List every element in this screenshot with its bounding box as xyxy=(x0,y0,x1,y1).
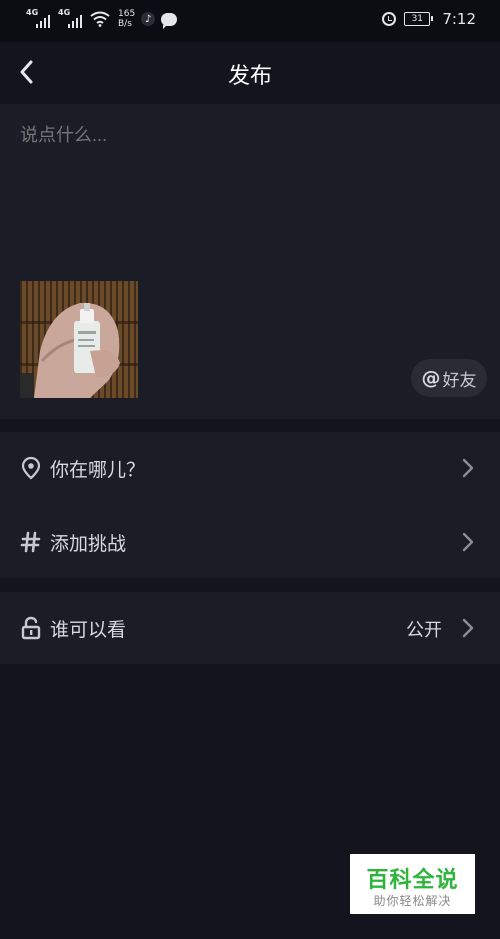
cell-signal-icon: 4G xyxy=(26,8,52,30)
video-thumbnail[interactable] xyxy=(20,281,138,398)
thumbnail-image xyxy=(20,281,138,398)
clock: 7:12 xyxy=(442,10,476,28)
location-label: 你在哪儿？ xyxy=(50,459,146,481)
caption-input[interactable] xyxy=(18,124,482,147)
privacy-label: 谁可以看 xyxy=(50,619,127,641)
mention-friends-button[interactable]: @ 好友 xyxy=(411,359,487,397)
status-bar: 4G 4G 165 B/s ♪ 31 7:12 xyxy=(0,0,500,42)
cell-signal-icon: 4G xyxy=(58,8,84,30)
chevron-right-icon xyxy=(462,532,474,552)
status-right: 31 7:12 xyxy=(382,10,476,28)
watermark-logo: 百科全说 助你轻松解决 xyxy=(350,854,475,914)
network-speed-unit: B/s xyxy=(118,19,132,29)
challenge-row[interactable]: 添加挑战 xyxy=(0,506,500,578)
options-group-2: 谁可以看 公开 xyxy=(0,592,500,664)
network-speed: 165 B/s xyxy=(118,9,135,29)
chevron-right-icon xyxy=(462,458,474,478)
page-title: 发布 xyxy=(227,64,272,89)
status-left: 4G 4G 165 B/s ♪ xyxy=(26,8,178,30)
watermark-title: 百科全说 xyxy=(366,868,459,893)
unlock-icon xyxy=(21,616,41,640)
hashtag-icon xyxy=(20,531,41,553)
compose-panel: @ 好友 xyxy=(0,104,500,419)
mention-friends-label: 好友 xyxy=(442,370,477,391)
tiktok-icon: ♪ xyxy=(141,12,156,26)
location-row[interactable]: 你在哪儿？ xyxy=(0,432,500,504)
nav-bar: 发布 xyxy=(0,42,500,104)
wifi-icon xyxy=(90,11,110,27)
watermark-subtitle: 助你轻松解决 xyxy=(373,894,452,908)
location-pin-icon xyxy=(21,456,41,480)
message-icon xyxy=(161,12,178,29)
chevron-right-icon xyxy=(462,618,474,638)
options-group-1: 你在哪儿？ 添加挑战 xyxy=(0,432,500,578)
network-speed-value: 165 xyxy=(118,9,136,19)
privacy-row[interactable]: 谁可以看 公开 xyxy=(0,592,500,664)
at-icon: @ xyxy=(421,367,441,389)
alarm-icon xyxy=(382,12,397,26)
battery-indicator: 31 xyxy=(404,12,434,26)
challenge-label: 添加挑战 xyxy=(50,533,127,555)
privacy-value: 公开 xyxy=(406,620,442,641)
